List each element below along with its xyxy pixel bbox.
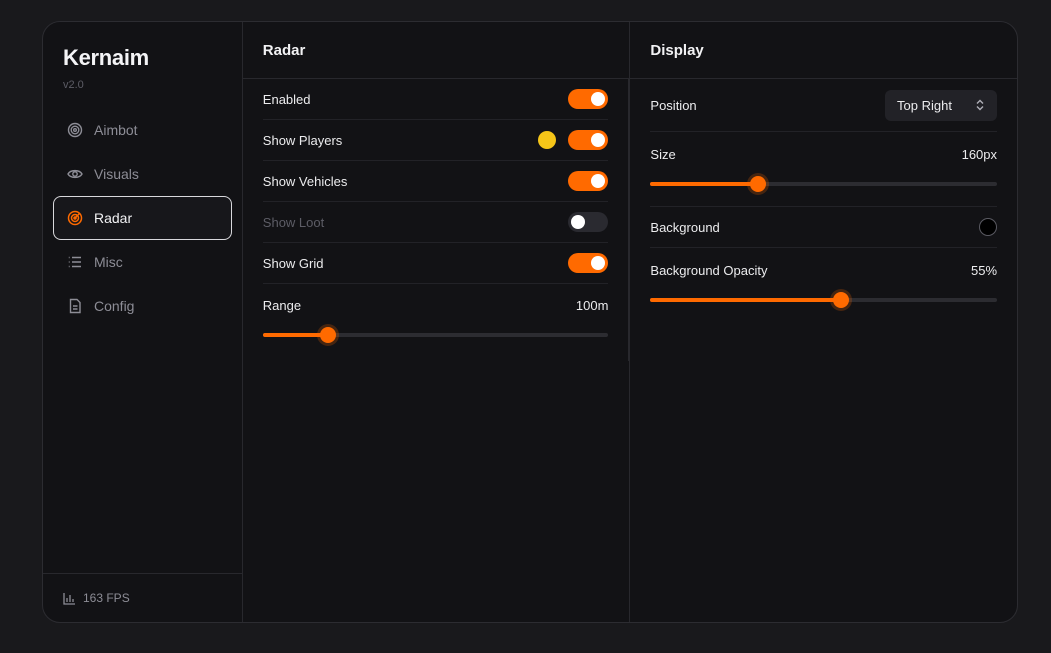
players-color-swatch[interactable] xyxy=(538,131,557,149)
size-value: 160px xyxy=(961,147,998,162)
show-loot-label: Show Loot xyxy=(262,214,325,230)
sidebar-item-label: Misc xyxy=(94,254,123,270)
sidebar-item-config[interactable]: Config xyxy=(53,284,232,328)
show-vehicles-toggle[interactable] xyxy=(568,171,609,191)
show-players-label: Show Players xyxy=(262,132,343,148)
display-panel: Display Position Top Right Size 160px Ba… xyxy=(629,22,1017,622)
position-row: Position Top Right xyxy=(650,79,998,132)
show-grid-label: Show Grid xyxy=(262,255,324,271)
range-slider[interactable] xyxy=(262,327,609,343)
show-loot-toggle[interactable] xyxy=(568,212,609,232)
radar-icon xyxy=(67,210,83,226)
show-grid-toggle[interactable] xyxy=(568,253,609,273)
size-label: Size xyxy=(650,147,676,162)
size-setting: Size 160px xyxy=(650,132,998,207)
sidebar-item-misc[interactable]: Misc xyxy=(53,240,232,284)
sidebar-item-label: Aimbot xyxy=(94,122,138,138)
enabled-toggle[interactable] xyxy=(568,89,609,109)
sidebar: Kernaim v2.0 Aimbot Visuals Radar Misc C… xyxy=(43,22,243,622)
sidebar-item-label: Visuals xyxy=(94,166,139,182)
show-vehicles-row: Show Vehicles xyxy=(262,161,609,202)
range-label: Range xyxy=(262,298,302,313)
size-slider-thumb[interactable] xyxy=(749,176,766,192)
opacity-setting: Background Opacity 55% xyxy=(650,248,998,314)
range-setting: Range 100m xyxy=(262,284,609,349)
eye-icon xyxy=(67,166,83,182)
fps-counter: 163 FPS xyxy=(43,573,242,622)
radar-panel: Radar Enabled Show Players Show Vehicles… xyxy=(242,22,630,622)
opacity-value: 55% xyxy=(970,263,998,278)
sidebar-item-radar[interactable]: Radar xyxy=(53,196,232,240)
settings-window: Kernaim v2.0 Aimbot Visuals Radar Misc C… xyxy=(42,21,1018,623)
fps-text: 163 FPS xyxy=(83,591,130,605)
enabled-row: Enabled xyxy=(262,79,609,120)
background-color-swatch[interactable] xyxy=(979,218,998,236)
show-players-toggle[interactable] xyxy=(568,130,609,150)
opacity-slider[interactable] xyxy=(650,292,998,308)
sidebar-item-aimbot[interactable]: Aimbot xyxy=(53,108,232,152)
range-slider-thumb[interactable] xyxy=(320,327,337,343)
range-value: 100m xyxy=(575,298,609,313)
background-row: Background xyxy=(650,207,998,248)
sidebar-item-label: Config xyxy=(94,298,135,314)
show-players-row: Show Players xyxy=(262,120,609,161)
size-slider[interactable] xyxy=(650,176,998,192)
file-icon xyxy=(67,298,83,314)
position-label: Position xyxy=(650,97,697,113)
opacity-slider-thumb[interactable] xyxy=(833,292,850,308)
bar-chart-icon xyxy=(63,592,76,605)
brand-version: v2.0 xyxy=(63,79,84,91)
sidebar-item-label: Radar xyxy=(94,210,133,226)
show-vehicles-label: Show Vehicles xyxy=(262,173,348,189)
position-select[interactable]: Top Right xyxy=(885,89,998,121)
radar-panel-title: Radar xyxy=(242,22,630,79)
enabled-label: Enabled xyxy=(262,91,311,107)
sidebar-nav: Aimbot Visuals Radar Misc Config xyxy=(43,108,242,328)
opacity-label: Background Opacity xyxy=(650,263,768,278)
brand: Kernaim v2.0 xyxy=(43,22,242,91)
list-icon xyxy=(67,254,83,270)
position-select-value: Top Right xyxy=(897,97,952,113)
show-grid-row: Show Grid xyxy=(262,243,609,284)
brand-title: Kernaim xyxy=(63,45,149,70)
background-label: Background xyxy=(650,219,720,235)
show-loot-row: Show Loot xyxy=(262,202,609,243)
display-panel-title: Display xyxy=(630,22,1017,79)
sidebar-item-visuals[interactable]: Visuals xyxy=(53,152,232,196)
chevron-updown-icon xyxy=(975,99,985,111)
target-icon xyxy=(67,122,83,138)
